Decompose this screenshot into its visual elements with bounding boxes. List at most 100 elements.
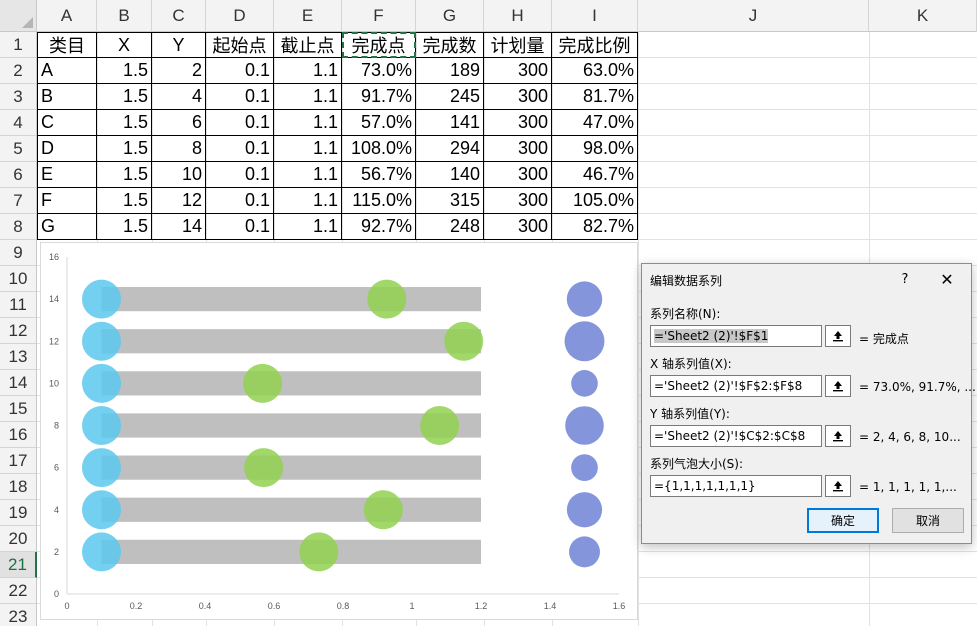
bubble-chart[interactable]: 0 0.2 0.4 0.6 0.8 1 1.2 1.4 1.6 0 2 4 6 8 10 12 14 16 (40, 242, 638, 620)
table-cell[interactable]: 完成数 (416, 32, 484, 58)
row-header[interactable]: 12 (0, 318, 37, 344)
row-header[interactable]: 18 (0, 474, 37, 500)
row-header[interactable]: 10 (0, 266, 37, 292)
table-cell[interactable]: 2 (152, 58, 206, 84)
table-cell[interactable]: 56.7% (342, 162, 416, 188)
table-cell[interactable]: 140 (416, 162, 484, 188)
table-cell[interactable]: 63.0% (552, 58, 638, 84)
table-cell[interactable]: 0.1 (206, 58, 274, 84)
row-header[interactable]: 3 (0, 84, 37, 110)
table-cell[interactable]: 300 (484, 188, 552, 214)
row-header[interactable]: 14 (0, 370, 37, 396)
table-cell[interactable]: 108.0% (342, 136, 416, 162)
column-header[interactable]: D (206, 0, 274, 32)
table-cell[interactable]: D (37, 136, 97, 162)
table-cell[interactable]: 1.1 (274, 188, 342, 214)
table-cell[interactable]: 6 (152, 110, 206, 136)
table-cell[interactable]: 300 (484, 136, 552, 162)
table-cell[interactable]: 141 (416, 110, 484, 136)
table-cell[interactable]: 1.5 (97, 110, 152, 136)
table-cell[interactable]: 14 (152, 214, 206, 240)
table-cell[interactable]: Y (152, 32, 206, 58)
column-header[interactable]: A (37, 0, 97, 32)
bubble-size-input[interactable]: ={1,1,1,1,1,1,1} (650, 475, 822, 497)
row-header[interactable]: 2 (0, 58, 37, 84)
row-header[interactable]: 13 (0, 344, 37, 370)
table-cell[interactable]: G (37, 214, 97, 240)
column-header[interactable]: C (152, 0, 206, 32)
collapse-dialog-icon[interactable] (825, 325, 851, 347)
table-cell[interactable]: 47.0% (552, 110, 638, 136)
table-cell[interactable]: 8 (152, 136, 206, 162)
column-header[interactable]: J (638, 0, 869, 32)
row-header[interactable]: 8 (0, 214, 37, 240)
table-cell[interactable]: 98.0% (552, 136, 638, 162)
cancel-button[interactable]: 取消 (892, 508, 964, 533)
table-cell[interactable]: B (37, 84, 97, 110)
table-cell[interactable]: C (37, 110, 97, 136)
table-cell[interactable]: 115.0% (342, 188, 416, 214)
row-header[interactable]: 7 (0, 188, 37, 214)
x-values-input[interactable]: ='Sheet2 (2)'!$F$2:$F$8 (650, 375, 822, 397)
table-cell[interactable]: 截止点 (274, 32, 342, 58)
table-cell[interactable]: 300 (484, 84, 552, 110)
table-cell[interactable]: 1.5 (97, 136, 152, 162)
table-cell[interactable]: 4 (152, 84, 206, 110)
table-cell[interactable]: 完成点 (342, 32, 416, 58)
table-cell[interactable]: 300 (484, 162, 552, 188)
table-cell[interactable]: 92.7% (342, 214, 416, 240)
table-cell[interactable]: 12 (152, 188, 206, 214)
table-cell[interactable]: 81.7% (552, 84, 638, 110)
table-cell[interactable]: 1.5 (97, 84, 152, 110)
collapse-dialog-icon[interactable] (825, 425, 851, 447)
table-cell[interactable]: 1.5 (97, 214, 152, 240)
row-header[interactable]: 21 (0, 552, 37, 578)
table-cell[interactable]: 1.5 (97, 58, 152, 84)
collapse-dialog-icon[interactable] (825, 375, 851, 397)
close-icon[interactable]: ✕ (934, 268, 960, 290)
row-header[interactable]: 1 (0, 32, 37, 58)
table-cell[interactable]: 起始点 (206, 32, 274, 58)
column-header[interactable]: B (97, 0, 152, 32)
table-cell[interactable]: 294 (416, 136, 484, 162)
column-header[interactable]: H (484, 0, 552, 32)
table-cell[interactable]: 46.7% (552, 162, 638, 188)
table-cell[interactable]: 105.0% (552, 188, 638, 214)
table-cell[interactable]: 0.1 (206, 110, 274, 136)
table-cell[interactable]: 1.1 (274, 162, 342, 188)
table-cell[interactable]: 0.1 (206, 136, 274, 162)
table-cell[interactable]: 245 (416, 84, 484, 110)
table-cell[interactable]: F (37, 188, 97, 214)
table-cell[interactable]: 1.1 (274, 84, 342, 110)
row-header[interactable]: 19 (0, 500, 37, 526)
table-cell[interactable]: 57.0% (342, 110, 416, 136)
table-cell[interactable]: 73.0% (342, 58, 416, 84)
y-values-input[interactable]: ='Sheet2 (2)'!$C$2:$C$8 (650, 425, 822, 447)
table-cell[interactable]: 0.1 (206, 84, 274, 110)
table-cell[interactable]: 0.1 (206, 214, 274, 240)
row-header[interactable]: 6 (0, 162, 37, 188)
table-cell[interactable]: 248 (416, 214, 484, 240)
table-cell[interactable]: E (37, 162, 97, 188)
row-header[interactable]: 20 (0, 526, 37, 552)
table-cell[interactable]: 91.7% (342, 84, 416, 110)
help-icon[interactable]: ? (894, 268, 916, 290)
row-header[interactable]: 15 (0, 396, 37, 422)
table-cell[interactable]: 0.1 (206, 162, 274, 188)
row-header[interactable]: 22 (0, 578, 37, 604)
table-cell[interactable]: 300 (484, 214, 552, 240)
table-cell[interactable]: 计划量 (484, 32, 552, 58)
table-cell[interactable]: 1.1 (274, 58, 342, 84)
table-cell[interactable]: 完成比例 (552, 32, 638, 58)
table-cell[interactable]: 82.7% (552, 214, 638, 240)
series-name-input[interactable]: ='Sheet2 (2)'!$F$1 (650, 325, 822, 347)
row-header[interactable]: 5 (0, 136, 37, 162)
table-cell[interactable]: 类目 (37, 32, 97, 58)
table-cell[interactable]: 10 (152, 162, 206, 188)
column-header[interactable]: F (342, 0, 416, 32)
row-header[interactable]: 17 (0, 448, 37, 474)
row-header[interactable]: 4 (0, 110, 37, 136)
column-header[interactable]: I (552, 0, 638, 32)
table-cell[interactable]: 0.1 (206, 188, 274, 214)
table-cell[interactable]: 1.5 (97, 162, 152, 188)
